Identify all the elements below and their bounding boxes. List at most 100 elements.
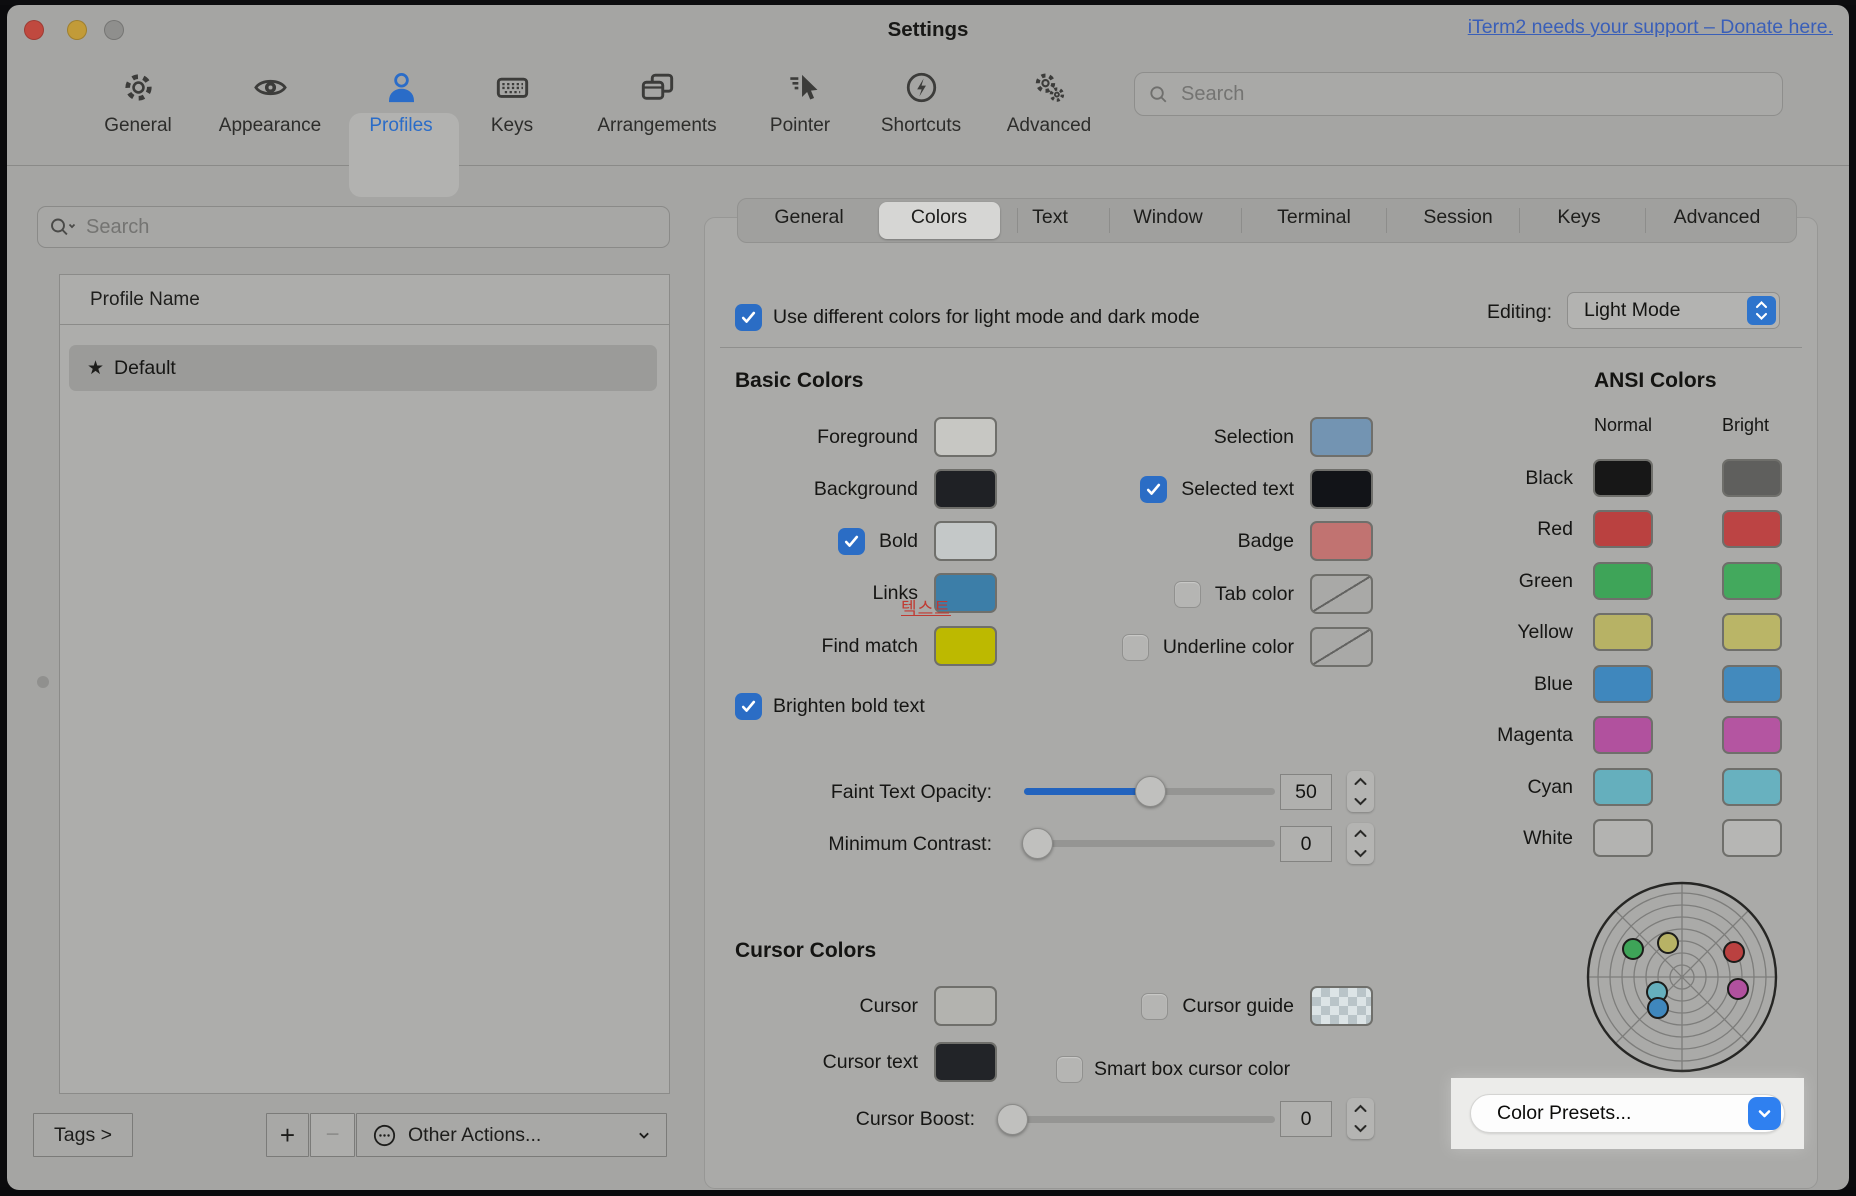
- toolbar-item-pointer[interactable]: Pointer: [740, 65, 860, 137]
- ansi-red-bright-well[interactable]: [1722, 510, 1782, 548]
- ansi-green-normal-well[interactable]: [1593, 562, 1653, 600]
- ellipsis-circle-icon: [371, 1122, 398, 1149]
- profile-search-input[interactable]: [84, 215, 659, 240]
- faint-text-opacity-value[interactable]: 50: [1280, 774, 1332, 810]
- ansi-magenta-normal-well[interactable]: [1593, 716, 1653, 754]
- tab-text[interactable]: Text: [1032, 206, 1068, 229]
- smart-box-cursor-checkbox[interactable]: [1056, 1056, 1083, 1083]
- ansi-black-bright-well[interactable]: [1722, 459, 1782, 497]
- cursor-guide-color-well[interactable]: [1310, 986, 1373, 1026]
- selection-color-well[interactable]: [1310, 417, 1373, 457]
- ansi-normal-header: Normal: [1594, 415, 1652, 436]
- ansi-blue-bright-well[interactable]: [1722, 665, 1782, 703]
- ansi-row-green: Green: [1407, 562, 1782, 600]
- ansi-white-bright-well[interactable]: [1722, 819, 1782, 857]
- selected-text-color-well[interactable]: [1310, 469, 1373, 509]
- toolbar-search-field[interactable]: [1134, 72, 1783, 116]
- minimum-contrast-stepper[interactable]: [1347, 823, 1374, 864]
- toolbar-item-advanced[interactable]: Advanced: [979, 65, 1119, 137]
- donate-link[interactable]: iTerm2 needs your support – Donate here.: [1468, 16, 1833, 39]
- color-row-cursor-guide: Cursor guide: [1007, 986, 1373, 1026]
- toolbar-item-shortcuts[interactable]: Shortcuts: [861, 65, 981, 137]
- person-icon: [341, 65, 461, 113]
- toolbar-item-profiles[interactable]: Profiles: [341, 65, 461, 137]
- toolbar-item-general[interactable]: General: [78, 65, 198, 137]
- ansi-row-yellow: Yellow: [1407, 613, 1782, 651]
- cursor-boost-stepper[interactable]: [1347, 1098, 1374, 1139]
- ansi-bright-header: Bright: [1722, 415, 1769, 436]
- minimum-contrast-slider[interactable]: [1024, 840, 1275, 847]
- wheel-dot-green: [1622, 938, 1644, 960]
- cursor-text-color-well[interactable]: [934, 1042, 997, 1082]
- slider-knob[interactable]: [1022, 828, 1053, 859]
- ansi-yellow-bright-well[interactable]: [1722, 613, 1782, 651]
- tab-separator: [1017, 208, 1018, 233]
- tab-color-checkbox[interactable]: [1174, 581, 1201, 608]
- color-row-bold: Bold: [704, 521, 997, 561]
- slider-knob[interactable]: [997, 1104, 1028, 1135]
- cursor-color-well[interactable]: [934, 986, 997, 1026]
- ansi-cyan-bright-well[interactable]: [1722, 768, 1782, 806]
- color-row-cursor-text: Cursor text: [704, 1042, 997, 1082]
- faint-text-opacity-slider[interactable]: [1024, 788, 1275, 795]
- toolbar-search-input[interactable]: [1179, 82, 1770, 107]
- ansi-row-white: White: [1407, 819, 1782, 857]
- remove-profile-button[interactable]: −: [310, 1113, 355, 1157]
- tab-session[interactable]: Session: [1423, 206, 1492, 229]
- tab-separator: [1519, 208, 1520, 233]
- selected-text-checkbox[interactable]: [1140, 476, 1167, 503]
- slider-knob[interactable]: [1135, 776, 1166, 807]
- chevron-down-icon: [1748, 1097, 1781, 1130]
- cursor-boost-value[interactable]: 0: [1280, 1101, 1332, 1137]
- profile-search-field[interactable]: [37, 206, 670, 248]
- ansi-row-magenta: Magenta: [1407, 716, 1782, 754]
- tab-general[interactable]: General: [774, 206, 843, 229]
- faint-text-opacity-stepper[interactable]: [1347, 771, 1374, 812]
- underline-color-well[interactable]: [1310, 627, 1373, 667]
- cursor-boost-slider[interactable]: [999, 1116, 1275, 1123]
- ansi-green-bright-well[interactable]: [1722, 562, 1782, 600]
- ansi-magenta-bright-well[interactable]: [1722, 716, 1782, 754]
- tab-colors[interactable]: Colors: [911, 206, 967, 229]
- gear-icon: [78, 65, 198, 113]
- find-match-color-well[interactable]: [934, 626, 997, 666]
- foreground-color-well[interactable]: [934, 417, 997, 457]
- toolbar-item-arrangements[interactable]: Arrangements: [577, 65, 737, 137]
- tab-terminal[interactable]: Terminal: [1277, 206, 1351, 229]
- toolbar-item-keys[interactable]: Keys: [452, 65, 572, 137]
- ansi-white-normal-well[interactable]: [1593, 819, 1653, 857]
- ansi-black-normal-well[interactable]: [1593, 459, 1653, 497]
- tab-window[interactable]: Window: [1133, 206, 1202, 229]
- add-profile-button[interactable]: +: [266, 1113, 309, 1157]
- bold-checkbox[interactable]: [838, 528, 865, 555]
- underline-color-checkbox[interactable]: [1122, 634, 1149, 661]
- tab-keys[interactable]: Keys: [1557, 206, 1600, 229]
- use-different-colors-checkbox[interactable]: [735, 304, 762, 331]
- minimum-contrast-value[interactable]: 0: [1280, 826, 1332, 862]
- profile-list-header: Profile Name: [60, 275, 669, 325]
- bold-color-well[interactable]: [934, 521, 997, 561]
- tab-advanced[interactable]: Advanced: [1674, 206, 1761, 229]
- color-row-selected-text: Selected text: [1007, 469, 1373, 509]
- ansi-row-blue: Blue: [1407, 665, 1782, 703]
- brighten-bold-checkbox[interactable]: [735, 693, 762, 720]
- color-row-cursor: Cursor: [704, 986, 997, 1026]
- profile-row-default[interactable]: ★ Default: [69, 345, 657, 391]
- badge-color-well[interactable]: [1310, 521, 1373, 561]
- ansi-cyan-normal-well[interactable]: [1593, 768, 1653, 806]
- toolbar-item-appearance[interactable]: Appearance: [200, 65, 340, 137]
- ansi-yellow-normal-well[interactable]: [1593, 613, 1653, 651]
- editing-mode-popup[interactable]: Light Mode: [1567, 292, 1780, 329]
- ansi-blue-normal-well[interactable]: [1593, 665, 1653, 703]
- ansi-red-normal-well[interactable]: [1593, 510, 1653, 548]
- tab-color-well[interactable]: [1310, 574, 1373, 614]
- color-presets-button[interactable]: Color Presets...: [1470, 1094, 1785, 1133]
- window-edge-dot: [37, 676, 49, 688]
- background-color-well[interactable]: [934, 469, 997, 509]
- tags-button[interactable]: Tags >: [33, 1113, 133, 1157]
- color-row-tab-color: Tab color: [1007, 574, 1373, 614]
- other-actions-button[interactable]: Other Actions...: [356, 1113, 667, 1157]
- wheel-dot-yellow: [1657, 932, 1679, 954]
- cursor-guide-checkbox[interactable]: [1141, 993, 1168, 1020]
- popup-stepper-icon: [1747, 296, 1776, 325]
